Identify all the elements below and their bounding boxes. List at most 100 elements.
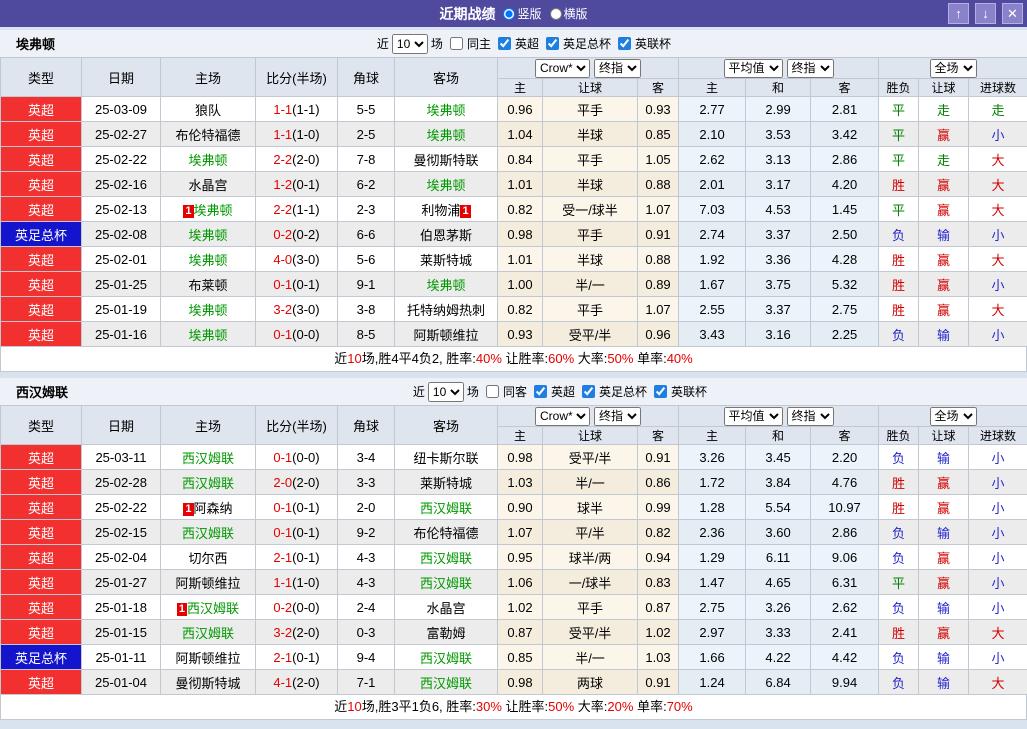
same-venue-checkbox[interactable]: [449, 37, 463, 50]
handicap-odds-away: 1.03: [636, 644, 680, 670]
match-row: 英超 25-02-04 切尔西 2-1(0-1) 4-3 西汉姆联 0.95 球…: [0, 544, 1027, 570]
corner-score: 5-6: [337, 246, 395, 272]
result-goals: 小: [968, 494, 1027, 520]
odds-company-select[interactable]: Crow*: [535, 58, 591, 78]
result-wdl: 胜: [878, 271, 920, 297]
team-name: 西汉姆联: [16, 385, 69, 400]
league-eflcup-checkbox[interactable]: [617, 37, 631, 50]
handicap-odds-home: 1.07: [497, 519, 543, 545]
league-epl-label: 英超: [514, 37, 539, 51]
near-label: 近: [376, 37, 389, 51]
match-row: 英足总杯 25-02-08 埃弗顿 0-2(0-2) 6-6 伯恩茅斯 0.98…: [0, 221, 1027, 247]
handicap-group-header: Crow* 终指: [496, 57, 680, 79]
scope-select[interactable]: 全场: [929, 406, 977, 426]
league-facup-label: 英足总杯: [562, 37, 611, 51]
col-away: 客场: [394, 57, 498, 97]
away-team-name: 埃弗顿: [426, 102, 466, 118]
full-time-score: 0-1: [273, 449, 293, 465]
league-facup-checkbox[interactable]: [545, 37, 559, 50]
league-eflcup-checkbox[interactable]: [653, 385, 667, 398]
close-button[interactable]: ✕: [1002, 3, 1023, 24]
avg-odds-away: 1.45: [810, 196, 880, 222]
league-badge: 英超: [0, 271, 82, 297]
league-eflcup-label: 英联杯: [670, 385, 707, 399]
away-team-name: 埃弗顿: [426, 177, 466, 193]
handicap-odds-away: 0.87: [636, 594, 680, 620]
league-badge: 英超: [0, 544, 82, 570]
corner-score: 4-3: [337, 569, 395, 595]
away-team-name: 西汉姆联: [419, 575, 472, 591]
match-row: 英超 25-02-15 西汉姆联 0-1(0-1) 9-2 布伦特福德 1.07…: [0, 519, 1027, 545]
average-select[interactable]: 平均值: [723, 406, 783, 426]
half-time-score: (3-0): [292, 251, 320, 267]
away-team-name: 阿斯顿维拉: [413, 327, 479, 343]
handicap-odds-home: 0.96: [497, 96, 543, 122]
half-time-score: (0-2): [292, 226, 320, 242]
same-venue-checkbox[interactable]: [485, 385, 499, 398]
home-team-name: 埃弗顿: [193, 202, 233, 218]
league-epl-checkbox[interactable]: [497, 37, 511, 50]
away-team-cell: 西汉姆联: [394, 494, 498, 520]
full-time-score: 2-2: [273, 151, 293, 167]
handicap-odds-away: 0.96: [636, 321, 680, 347]
summary-text: 单率:: [633, 351, 667, 366]
avg-odds-draw: 3.36: [745, 246, 812, 272]
result-wdl: 平: [878, 121, 920, 147]
league-facup-checkbox[interactable]: [581, 385, 595, 398]
avg-odds-draw: 3.75: [745, 271, 812, 297]
final-average-select[interactable]: 终指: [786, 406, 834, 426]
layout-vertical-label: 竖版: [517, 7, 542, 21]
match-date: 25-01-16: [81, 321, 161, 347]
layout-vertical-option[interactable]: 竖版: [503, 5, 542, 22]
handicap-line: 半/一: [542, 271, 638, 297]
home-team-name: 曼彻斯特城: [175, 675, 241, 691]
layout-vertical-radio[interactable]: [503, 7, 516, 20]
avg-odds-home: 3.43: [678, 321, 747, 347]
avg-odds-away: 10.97: [810, 494, 880, 520]
match-score-cell: 0-1(0-1): [255, 494, 338, 520]
layout-horizontal-radio[interactable]: [549, 7, 562, 20]
league-epl-checkbox[interactable]: [533, 385, 547, 398]
avg-odds-draw: 2.99: [745, 96, 812, 122]
full-time-score: 0-2: [273, 599, 293, 615]
page-title: 近期战绩: [439, 5, 496, 22]
match-row: 英超 25-02-01 埃弗顿 4-0(3-0) 5-6 莱斯特城 1.01 半…: [0, 246, 1027, 272]
half-time-score: (1-0): [292, 574, 320, 590]
result-wdl: 胜: [878, 296, 920, 322]
final-odds-select[interactable]: 终指: [594, 406, 642, 426]
stats-summary: 近10场,胜4平4负2, 胜率:40% 让胜率:60% 大率:50% 单率:40…: [0, 347, 1027, 372]
avg-odds-away: 2.50: [810, 221, 880, 247]
matches-tbody: 英超 25-03-09 狼队 1-1(1-1) 5-5 埃弗顿 0.96 平手 …: [0, 96, 1027, 347]
final-average-select[interactable]: 终指: [786, 58, 834, 78]
handicap-line: 半球: [542, 171, 638, 197]
result-goals: 小: [968, 519, 1027, 545]
handicap-odds-home: 0.82: [497, 296, 543, 322]
layout-horizontal-option[interactable]: 横版: [549, 5, 588, 22]
result-handicap: 输: [918, 221, 970, 247]
scroll-up-button[interactable]: ↑: [948, 3, 969, 24]
half-time-score: (0-0): [292, 326, 320, 342]
team-name: 埃弗顿: [16, 37, 56, 52]
odds-company-select[interactable]: Crow*: [535, 406, 591, 426]
match-date: 25-02-08: [81, 221, 161, 247]
result-handicap: 赢: [918, 469, 970, 495]
match-count-select[interactable]: 10: [391, 33, 428, 54]
handicap-odds-home: 1.02: [497, 594, 543, 620]
result-goals: 大: [968, 296, 1027, 322]
scroll-down-button[interactable]: ↓: [975, 3, 996, 24]
col-date: 日期: [81, 57, 161, 97]
odd-rate: 70%: [666, 699, 693, 714]
avg-odds-draw: 3.45: [745, 444, 812, 470]
final-odds-select[interactable]: 终指: [594, 58, 642, 78]
away-team-cell: 阿斯顿维拉: [394, 321, 498, 347]
away-team-name: 埃弗顿: [426, 127, 466, 143]
handicap-odds-away: 0.91: [636, 669, 680, 695]
red-card-badge: 1: [176, 602, 188, 616]
away-team-cell: 托特纳姆热刺: [394, 296, 498, 322]
scope-select[interactable]: 全场: [929, 58, 977, 78]
match-date: 25-02-13: [81, 196, 161, 222]
average-select[interactable]: 平均值: [723, 58, 783, 78]
match-count-select[interactable]: 10: [427, 381, 464, 402]
summary-text: 大率:: [574, 699, 608, 714]
league-badge: 英超: [0, 96, 82, 122]
